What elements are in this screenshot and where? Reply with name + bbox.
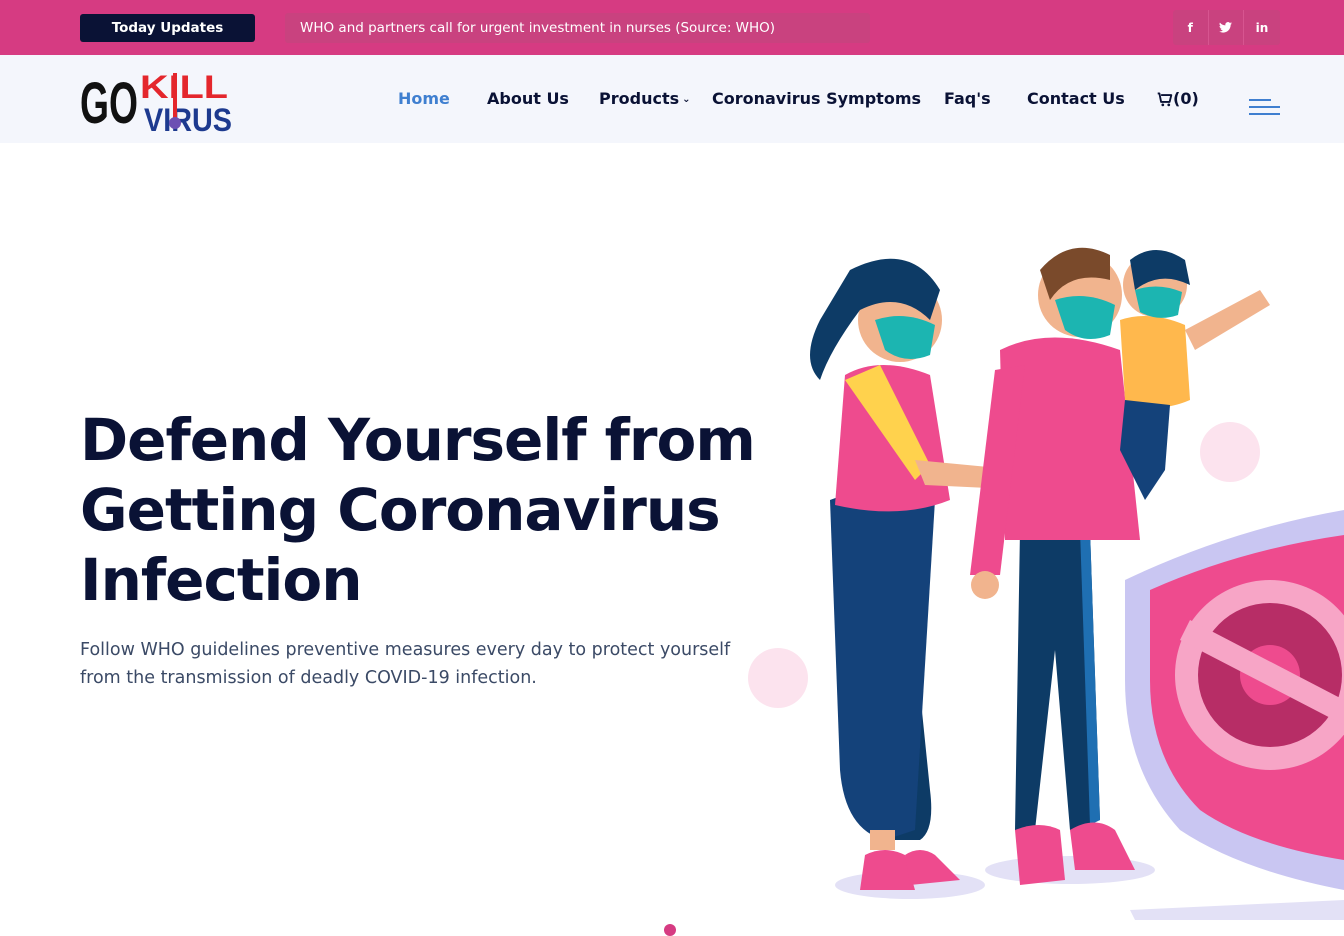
hero-title-line: Defend Yourself from [80, 406, 756, 474]
cart-count: (0) [1173, 89, 1199, 108]
gokillvirus-logo[interactable]: GO KILL VIRUS [80, 67, 232, 133]
linkedin-icon[interactable]: in [1244, 10, 1280, 45]
linkedin-glyph: in [1255, 20, 1269, 35]
nav-symptoms[interactable]: Coronavirus Symptoms [712, 89, 921, 108]
cart-button[interactable]: (0) [1156, 89, 1199, 108]
hero-description: Follow WHO guidelines preventive measure… [80, 636, 750, 692]
menu-toggle-icon[interactable] [1249, 99, 1280, 117]
logo-kill: KILL [140, 69, 228, 105]
nav-contact[interactable]: Contact Us [1027, 89, 1125, 108]
hero-title: Defend Yourself from Getting Coronavirus… [80, 405, 780, 615]
hero-title-line: Infection [80, 546, 363, 614]
site-header: GO KILL VIRUS Home About Us Products ⌄ Co… [0, 55, 1344, 143]
nav-faq[interactable]: Faq's [944, 89, 991, 108]
twitter-icon[interactable]: t [1209, 10, 1245, 45]
news-ticker[interactable]: WHO and partners call for urgent investm… [285, 13, 870, 43]
nav-products[interactable]: Products ⌄ [599, 89, 691, 108]
top-bar: Today Updates WHO and partners call for … [0, 0, 1344, 55]
today-updates-badge: Today Updates [80, 14, 255, 42]
logo-virus: VIRUS [144, 102, 232, 133]
cart-icon [1157, 92, 1173, 107]
nav-home[interactable]: Home [398, 89, 450, 108]
slider-dot[interactable] [664, 924, 676, 936]
twitter-bird [1219, 22, 1233, 33]
logo-go: GO [80, 71, 138, 133]
family-mask-illustration [810, 247, 1344, 920]
social-links: f t in [1173, 10, 1280, 45]
nav-about[interactable]: About Us [487, 89, 569, 108]
facebook-icon[interactable]: f [1173, 10, 1209, 45]
hero-title-line: Getting Coronavirus [80, 476, 721, 544]
hero-text-line: Follow WHO guidelines preventive measure… [80, 640, 731, 660]
facebook-glyph: f [1187, 20, 1193, 35]
nav-products-label: Products [599, 89, 680, 108]
hero-text-line: from the transmission of deadly COVID-19… [80, 668, 537, 688]
chevron-down-icon: ⌄ [682, 94, 691, 105]
